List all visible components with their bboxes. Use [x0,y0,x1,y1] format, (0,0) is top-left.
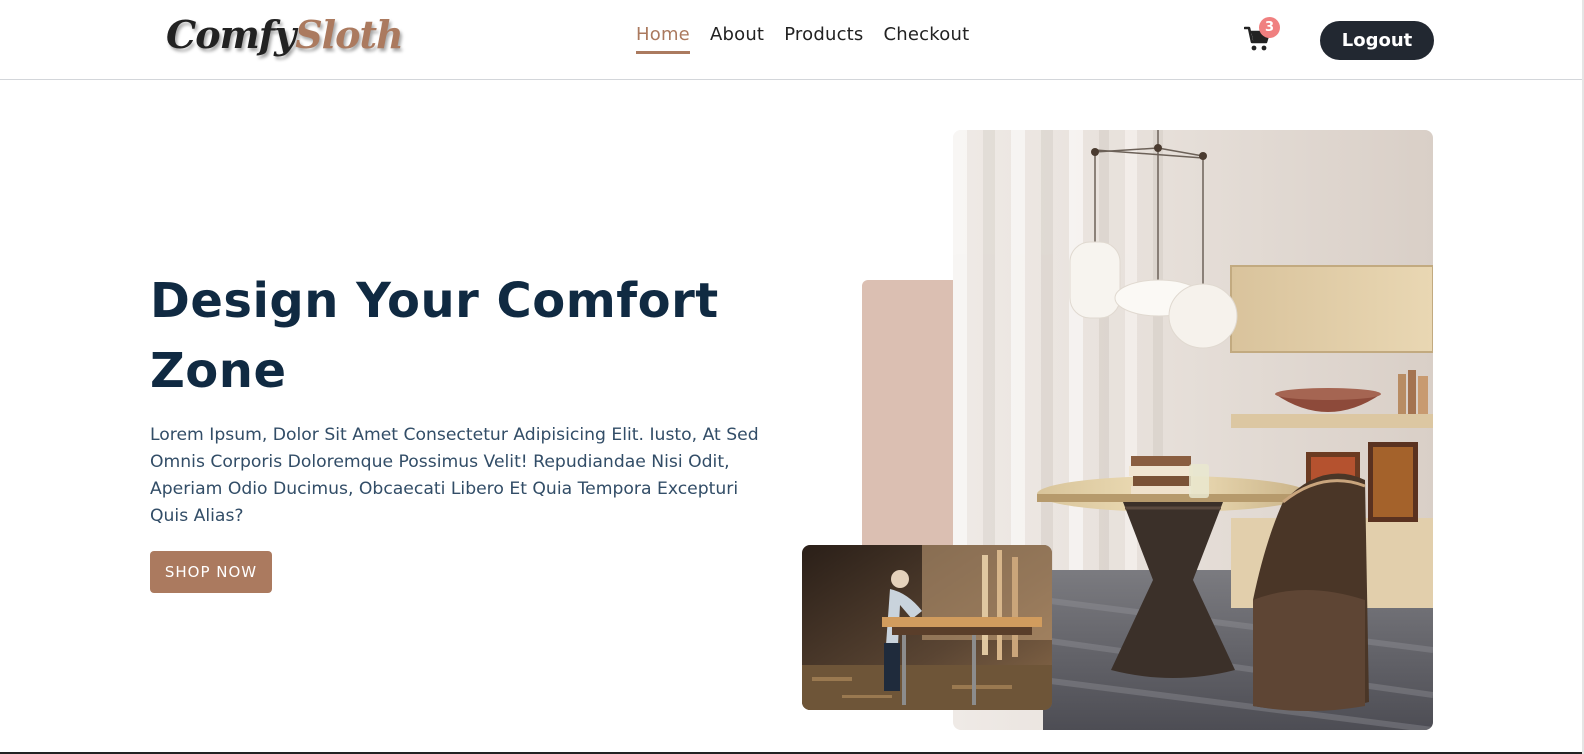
logout-button[interactable]: Logout [1320,21,1434,60]
logo-part-comfy: Comfy [166,12,296,57]
nav-link-products[interactable]: Products [784,24,863,54]
navbar: ComfySloth Home About Products Checkout … [0,0,1584,80]
nav-link-home[interactable]: Home [636,24,690,54]
hero-accent-image [802,545,1052,710]
nav-link-checkout[interactable]: Checkout [884,24,970,54]
shop-now-button[interactable]: SHOP NOW [150,551,272,593]
logo-part-sloth: Sloth [295,12,403,57]
hero-description: Lorem Ipsum, Dolor Sit Amet Consectetur … [150,425,759,526]
cart-count-badge: 3 [1259,17,1280,38]
hero-title: Design Your Comfort Zone [150,273,719,399]
nav-links: Home About Products Checkout [636,24,969,54]
nav-link-about[interactable]: About [710,24,764,54]
logo[interactable]: ComfySloth [166,12,404,64]
